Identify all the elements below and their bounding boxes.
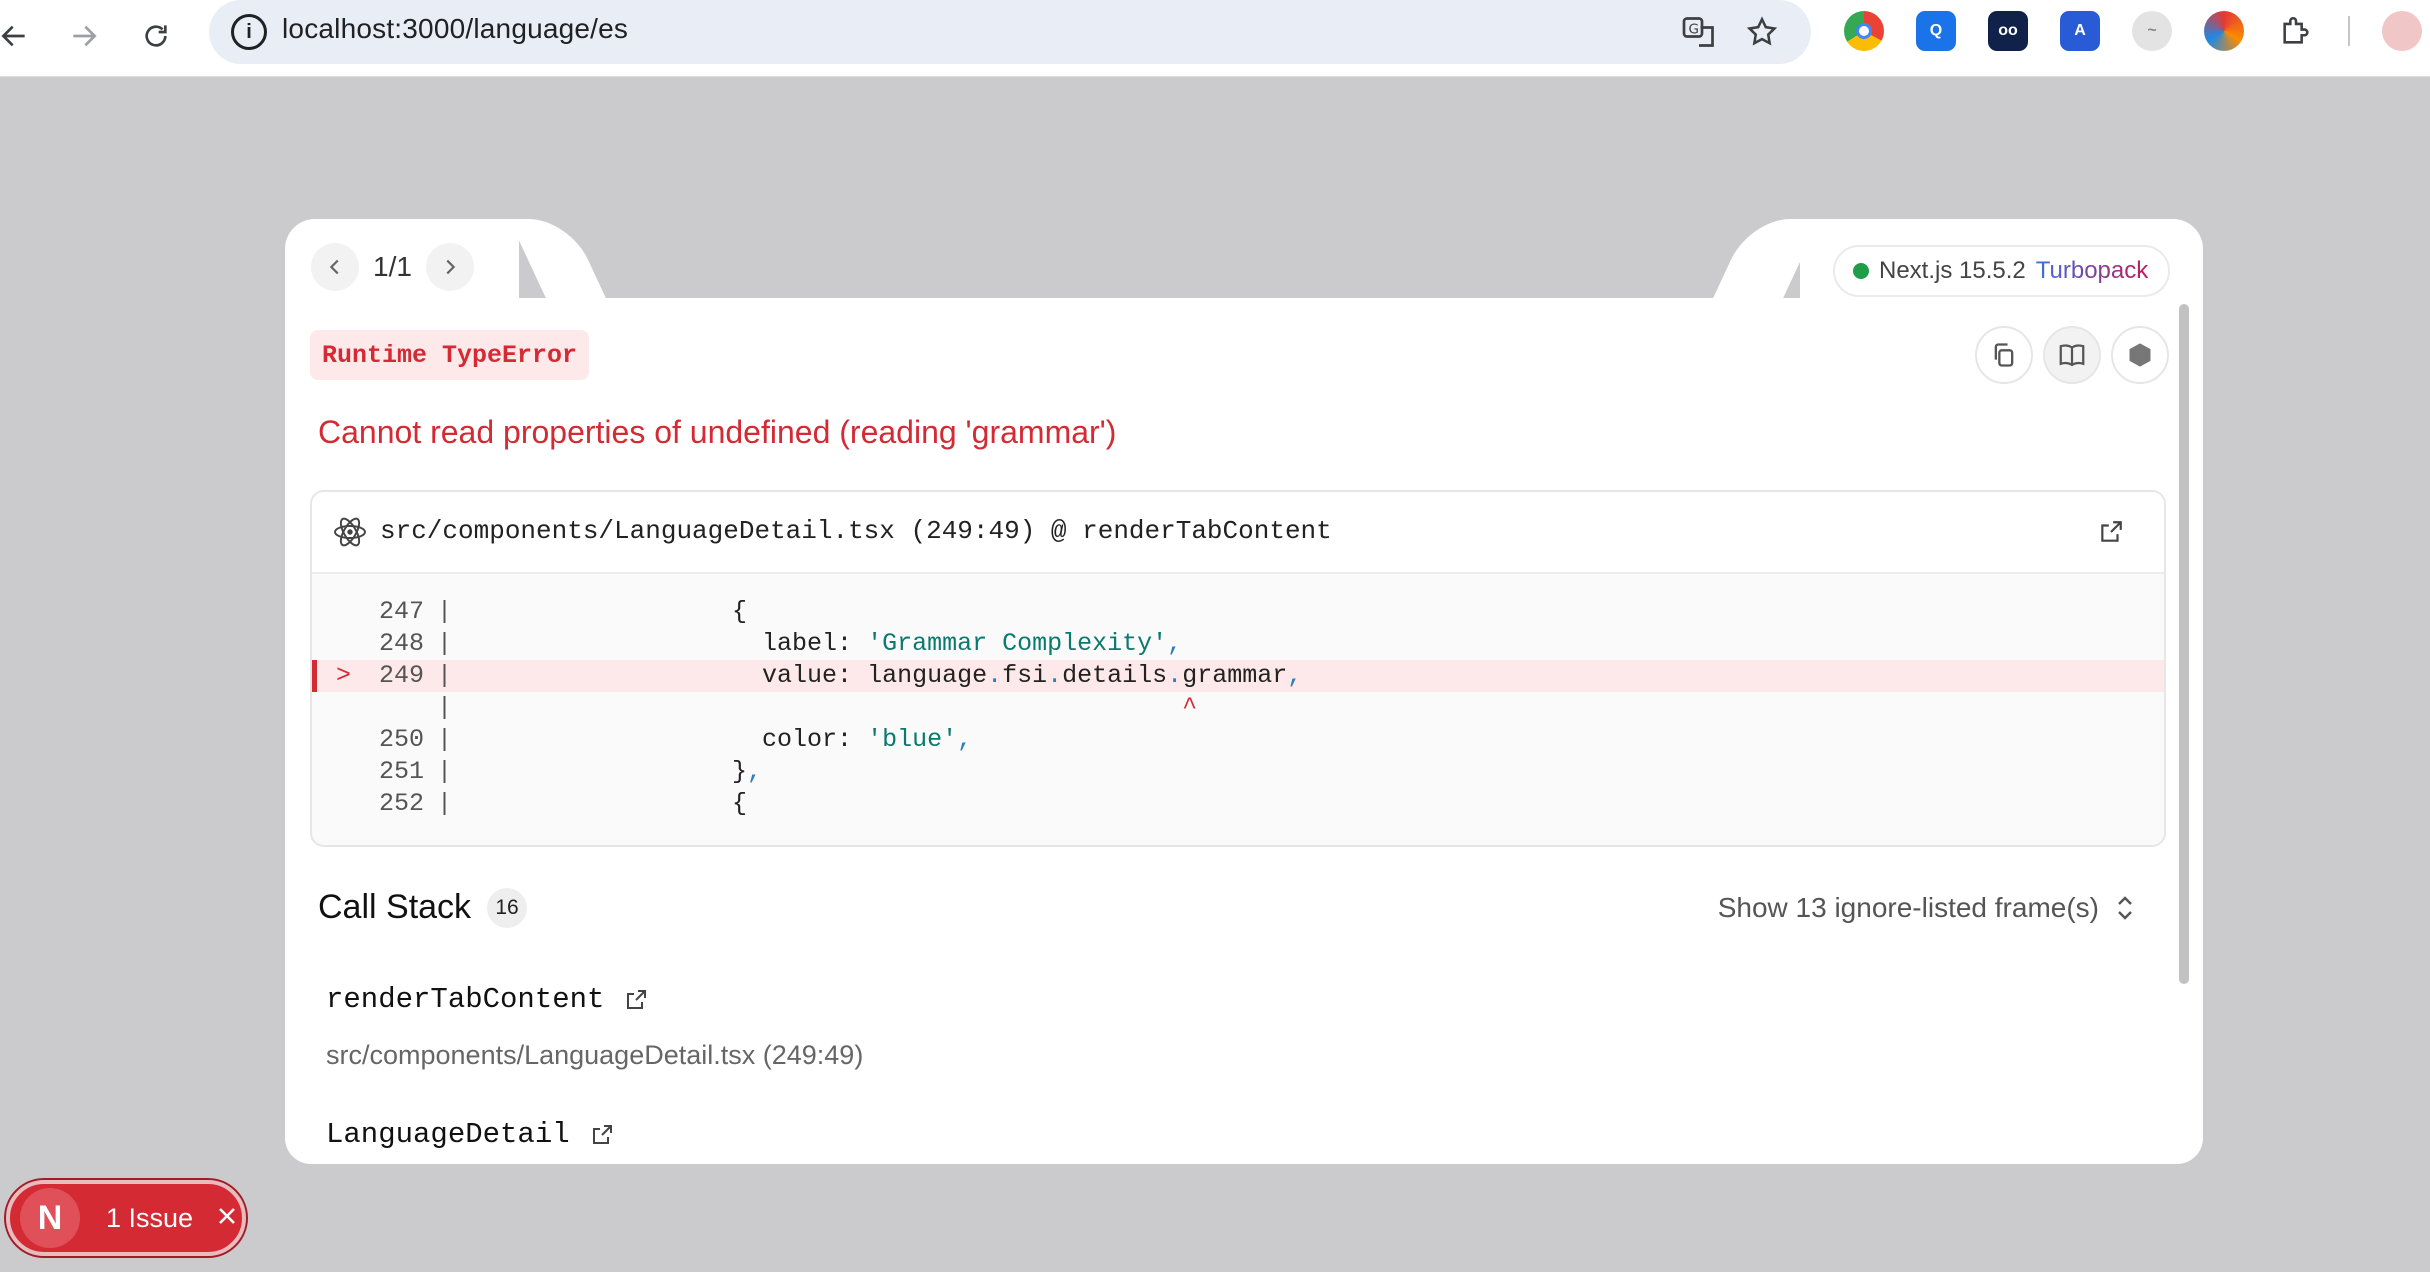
gutter-separator: | — [437, 757, 453, 786]
code-line: 248 | label: 'Grammar Complexity', — [312, 628, 2164, 660]
code-text: { — [462, 789, 748, 818]
code-line: 250 | color: 'blue', — [312, 724, 2164, 756]
external-link-icon — [2101, 521, 2122, 542]
copy-icon — [1994, 343, 2014, 367]
bundler-label: Turbopack — [2035, 257, 2149, 284]
issues-badge[interactable]: N 1 Issue — [6, 1180, 246, 1256]
code-text: }, — [462, 757, 763, 786]
puzzle-icon[interactable] — [2276, 11, 2316, 51]
code-line: 252 | { — [312, 788, 2164, 820]
error-type-badge: Runtime TypeError — [310, 330, 590, 380]
gutter-separator: | — [437, 597, 453, 626]
code-text: label: 'Grammar Complexity', — [462, 629, 1183, 658]
ignore-listed-label: Show 13 ignore-listed frame(s) — [1717, 892, 2099, 923]
code-text: value: language.fsi.details.grammar, — [462, 661, 1303, 690]
code-line: 251 | }, — [312, 756, 2164, 788]
line-number: 248 — [378, 629, 424, 658]
url-text[interactable]: localhost:3000/language/es — [282, 13, 628, 45]
ext-dark-icon[interactable]: oo — [1988, 11, 2028, 51]
version-badge[interactable]: Next.js 15.5.2 Turbopack — [1833, 245, 2171, 297]
open-in-editor-button[interactable] — [2098, 519, 2124, 550]
forward-button[interactable] — [54, 6, 114, 66]
code-line: | ^ — [312, 692, 2164, 724]
code-lines: 247 | {248 | label: 'Grammar Complexity', >… — [312, 574, 2164, 820]
line-number: 249 — [378, 661, 424, 690]
reload-button[interactable] — [126, 6, 186, 66]
line-number: 250 — [378, 725, 424, 754]
ext-search-icon[interactable]: Q — [1916, 11, 1956, 51]
browser-toolbar: i localhost:3000/language/es G Q oo A ~ — [0, 0, 2430, 77]
stack-frame-function: renderTabContent — [326, 983, 605, 1016]
ext-translate-icon[interactable]: A — [2060, 11, 2100, 51]
gutter-separator: | — [437, 725, 453, 754]
nextjs-logo-icon[interactable]: N — [20, 1188, 80, 1248]
external-link-icon[interactable] — [590, 1123, 614, 1147]
arrow-left-icon — [1, 25, 25, 47]
hexagon-icon — [2129, 343, 2151, 367]
error-pager: 1/1 — [311, 243, 474, 291]
call-stack-count: 16 — [487, 888, 527, 928]
stack-frame-function: LanguageDetail — [326, 1118, 570, 1151]
ext-cloud-icon[interactable]: ~ — [2132, 11, 2172, 51]
code-line-error: >249 | value: language.fsi.details.gramma… — [312, 660, 2164, 692]
call-stack-title: Call Stack — [318, 888, 472, 926]
ignore-listed-toggle[interactable]: Show 13 ignore-listed frame(s) — [1718, 892, 2137, 924]
stack-frame-location: src/components/LanguageDetail.tsx (249:4… — [326, 1040, 864, 1070]
chevron-up-down-icon — [2118, 896, 2132, 920]
nodejs-inspector-button[interactable] — [2111, 326, 2169, 384]
gutter-separator: | — [437, 693, 453, 722]
avatar[interactable] — [2382, 11, 2422, 51]
next-error-button[interactable] — [425, 243, 474, 291]
pager-count: 1/1 — [373, 251, 412, 282]
chevron-left-icon — [329, 259, 339, 275]
error-message: Cannot read properties of undefined (rea… — [318, 414, 1117, 450]
issue-count-label[interactable]: 1 Issue — [106, 1203, 193, 1234]
stack-frame-name[interactable]: LanguageDetail — [326, 1118, 614, 1151]
line-number: 252 — [378, 789, 424, 818]
code-text: ^ — [462, 693, 1198, 722]
address-bar[interactable]: i localhost:3000/language/es G — [209, 0, 1811, 64]
toolbar-divider — [2348, 16, 2350, 46]
chrome-icon[interactable] — [1844, 11, 1884, 51]
error-overlay-panel: Runtime TypeError Cannot read properties… — [285, 298, 2203, 1164]
chevron-right-icon — [446, 259, 456, 275]
version-label: Next.js 15.5.2 — [1879, 257, 2026, 284]
prev-error-button[interactable] — [311, 243, 359, 291]
stack-frame-name[interactable]: renderTabContent — [326, 983, 648, 1016]
code-text: color: 'blue', — [462, 725, 973, 754]
copy-button[interactable] — [1975, 326, 2033, 384]
gutter-separator: | — [437, 661, 453, 690]
external-link-icon[interactable] — [624, 988, 648, 1012]
back-button[interactable] — [0, 6, 44, 66]
status-dot-icon — [1853, 263, 1869, 279]
line-number: 251 — [378, 757, 424, 786]
gutter-separator: | — [437, 629, 453, 658]
svg-text:G: G — [1689, 22, 1699, 38]
code-text: { — [462, 597, 748, 626]
code-frame: src/components/LanguageDetail.tsx (249:4… — [310, 490, 2166, 847]
code-frame-header: src/components/LanguageDetail.tsx (249:4… — [312, 492, 2164, 574]
bookmark-star-icon[interactable] — [1740, 10, 1784, 54]
line-number: 247 — [378, 597, 424, 626]
close-icon[interactable] — [215, 1204, 239, 1233]
site-info-icon[interactable]: i — [231, 14, 267, 50]
scrollbar[interactable] — [2179, 304, 2189, 984]
code-line: 247 | { — [312, 596, 2164, 628]
code-frame-location: src/components/LanguageDetail.tsx (249:4… — [380, 516, 1332, 546]
docs-button[interactable] — [2043, 326, 2101, 384]
book-icon — [2059, 344, 2085, 367]
react-icon — [334, 517, 366, 547]
arrow-right-icon — [73, 25, 97, 47]
ext-color-icon[interactable] — [2204, 11, 2244, 51]
reload-icon — [145, 25, 167, 47]
error-marker: > — [336, 661, 352, 690]
gutter-separator: | — [437, 789, 453, 818]
translate-icon[interactable]: G — [1677, 10, 1721, 54]
